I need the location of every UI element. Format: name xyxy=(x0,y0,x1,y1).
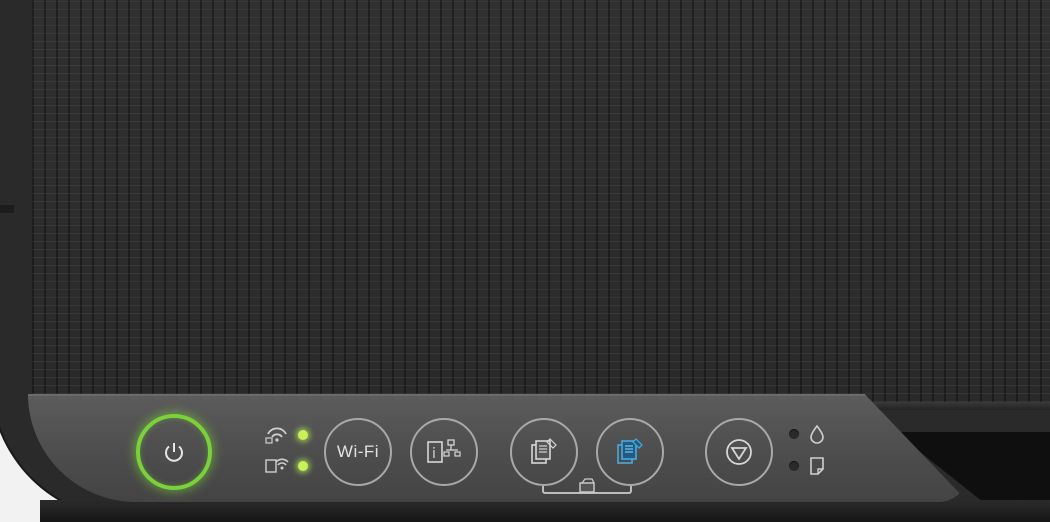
color-copy-button[interactable] xyxy=(596,418,664,486)
wifi-status-led xyxy=(298,430,308,440)
wifi-direct-status-led xyxy=(298,461,308,471)
paper-tray-icon xyxy=(579,478,595,493)
scanner-lid[interactable] xyxy=(32,0,1050,404)
bw-copy-icon xyxy=(531,438,557,464)
wifi-direct-icon xyxy=(265,458,289,473)
power-icon xyxy=(165,443,183,462)
wifi-icon xyxy=(265,427,287,444)
wifi-button[interactable]: Wi-Fi xyxy=(324,418,392,486)
bw-copy-button[interactable] xyxy=(510,418,578,486)
paper-icon xyxy=(810,457,824,475)
stop-button[interactable] xyxy=(705,418,773,486)
wifi-button-label: Wi-Fi xyxy=(336,442,380,461)
ink-drop-icon xyxy=(810,424,824,444)
color-copy-icon xyxy=(617,438,643,464)
ink-status-led xyxy=(789,429,799,439)
paper-status-led xyxy=(789,461,799,471)
svg-text:i: i xyxy=(432,446,436,462)
stop-icon xyxy=(726,439,752,465)
network-info-button[interactable]: i xyxy=(410,418,478,486)
lid-seam xyxy=(0,205,14,213)
power-button[interactable] xyxy=(136,414,212,490)
network-info-icon: i xyxy=(427,439,461,463)
